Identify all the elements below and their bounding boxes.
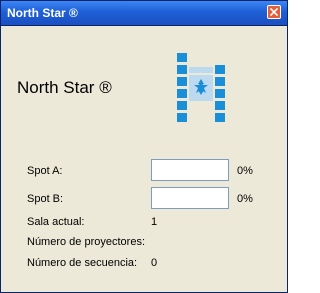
spot-a-field[interactable] [151,159,229,181]
spot-b-field[interactable] [151,187,229,209]
close-icon [270,8,278,16]
numero-proyectores-label: Número de proyectores: [27,236,145,248]
window-content: North Star ® Spot A: 0% Spot B: 0% Sala … [1,26,287,292]
sala-actual-label: Sala actual: [27,216,85,228]
window-title: North Star ® [7,6,78,20]
film-strip-with-star-icon [177,53,225,127]
app-name-label: North Star ® [17,78,112,97]
numero-secuencia-label: Número de secuencia: [27,257,138,269]
title-bar[interactable]: North Star ® [1,1,287,26]
spot-b-label: Spot B: [27,193,64,205]
numero-secuencia-value: 0 [151,257,158,269]
sala-actual-value: 1 [151,216,158,228]
app-window: North Star ® North Star ® Spot A: 0% Spo… [0,0,288,293]
spot-a-label: Spot A: [27,165,63,177]
spot-a-percent: 0% [237,165,253,177]
close-button[interactable] [267,5,281,19]
spot-b-percent: 0% [237,193,253,205]
